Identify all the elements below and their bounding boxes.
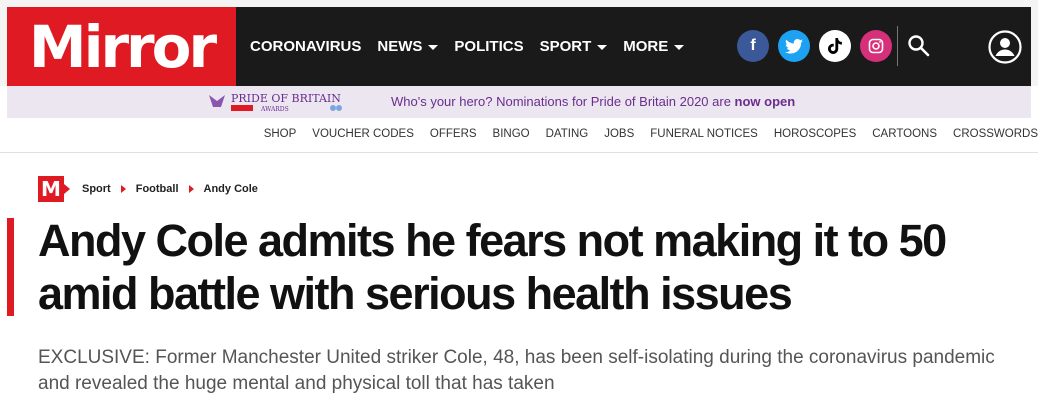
article-standfirst: EXCLUSIVE: Former Manchester United stri… (38, 347, 995, 394)
nav-item-label: CORONAVIRUS (250, 38, 362, 55)
headline-accent-bar (7, 218, 14, 316)
pride-promo-text-bold: now open (734, 94, 796, 109)
link-crosswords[interactable]: CROSSWORDS (953, 128, 1038, 140)
main-nav: CORONAVIRUS NEWS POLITICS SPORT MORE (250, 7, 700, 86)
nav-item-more[interactable]: MORE (623, 38, 685, 55)
breadcrumb: M Sport Football Andy Cole (38, 176, 258, 202)
chevron-down-icon (428, 45, 439, 50)
secondary-links: SHOP VOUCHER CODES OFFERS BINGO DATING J… (248, 124, 1038, 144)
mirror-m-icon[interactable]: M (38, 176, 70, 202)
account-icon[interactable] (987, 29, 1023, 65)
nav-item-coronavirus[interactable]: CORONAVIRUS (250, 38, 361, 55)
link-shop[interactable]: SHOP (264, 128, 297, 140)
pride-promo-text-main: Who's your hero? Nominations for Pride o… (391, 94, 735, 109)
social-links: f (737, 30, 892, 62)
nav-item-label: SPORT (539, 38, 592, 55)
nav-item-sport[interactable]: SPORT (540, 38, 608, 55)
instagram-icon[interactable] (860, 30, 892, 62)
chevron-down-icon (674, 45, 685, 50)
pride-of-britain-logo: PRIDE OF BRITAIN AWARDS (207, 89, 367, 115)
pride-of-britain-banner[interactable]: PRIDE OF BRITAIN AWARDS Who's your hero?… (7, 86, 1031, 118)
nav-item-news[interactable]: NEWS (377, 38, 439, 55)
tiktok-icon[interactable] (819, 30, 851, 62)
link-bingo[interactable]: BINGO (493, 128, 530, 140)
nav-divider (897, 26, 898, 66)
link-cartoons[interactable]: CARTOONS (872, 128, 937, 140)
link-horoscopes[interactable]: HOROSCOPES (774, 128, 856, 140)
link-voucher-codes[interactable]: VOUCHER CODES (312, 128, 414, 140)
breadcrumb-andy-cole[interactable]: Andy Cole (204, 183, 258, 195)
breadcrumb-football[interactable]: Football (136, 183, 179, 195)
nav-item-label: NEWS (377, 38, 423, 55)
pride-logo-sub: AWARDS (260, 106, 289, 113)
pride-promo-text: Who's your hero? Nominations for Pride o… (391, 94, 795, 109)
twitter-icon[interactable] (778, 30, 810, 62)
chevron-right-icon (120, 185, 126, 193)
chevron-right-icon (188, 185, 194, 193)
search-icon[interactable] (907, 34, 931, 58)
nav-item-politics[interactable]: POLITICS (454, 38, 523, 55)
mirror-logo[interactable]: Mirror (7, 7, 236, 86)
link-offers[interactable]: OFFERS (430, 128, 477, 140)
article-headline: Andy Cole admits he fears not making it … (38, 215, 947, 319)
link-dating[interactable]: DATING (546, 128, 589, 140)
facebook-icon[interactable]: f (737, 30, 769, 62)
pride-logo-text: PRIDE OF BRITAIN (231, 92, 341, 105)
link-funeral-notices[interactable]: FUNERAL NOTICES (650, 128, 758, 140)
chevron-down-icon (597, 45, 608, 50)
breadcrumb-sport[interactable]: Sport (82, 183, 111, 195)
divider (0, 152, 1038, 153)
link-jobs[interactable]: JOBS (604, 128, 634, 140)
nav-item-label: MORE (623, 38, 669, 55)
nav-item-label: POLITICS (454, 38, 524, 55)
